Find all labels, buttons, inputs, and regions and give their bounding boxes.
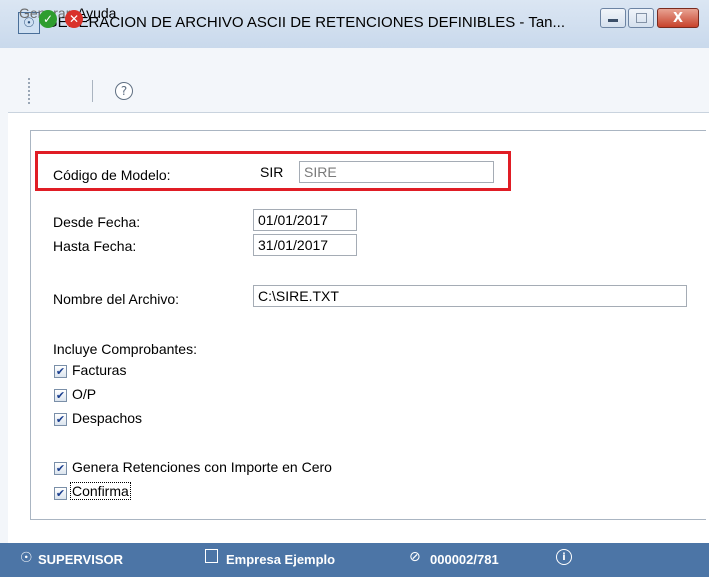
toolbar: [0, 72, 709, 113]
user-icon: ☉: [20, 550, 33, 566]
minimize-button[interactable]: [600, 8, 626, 28]
desde-fecha-input[interactable]: 01/01/2017: [253, 209, 357, 231]
minimize-icon: [608, 18, 618, 22]
toolbar-separator: [92, 80, 93, 102]
codigo-desc-field: SIRE: [299, 161, 494, 183]
desde-label: Desde Fecha:: [53, 214, 141, 230]
toolbar-grip: [28, 78, 32, 104]
status-user: SUPERVISOR: [38, 552, 124, 567]
hasta-fecha-input[interactable]: 31/01/2017: [253, 234, 357, 256]
despachos-label: Despachos: [72, 410, 143, 426]
despachos-checkbox[interactable]: ✔: [54, 413, 67, 426]
link-icon: ⊘: [409, 549, 421, 565]
help-icon[interactable]: ?: [115, 82, 133, 100]
confirma-label[interactable]: Confirma: [70, 482, 131, 500]
status-company: Empresa Ejemplo: [226, 552, 336, 567]
genera-label: Genera Retenciones con Importe en Cero: [72, 459, 332, 475]
window-title: GENERACION DE ARCHIVO ASCII DE RETENCION…: [46, 14, 566, 31]
close-button[interactable]: X: [657, 8, 699, 28]
maximize-button[interactable]: [628, 8, 654, 28]
facturas-checkbox[interactable]: ✔: [54, 365, 67, 378]
cancel-icon[interactable]: ✕: [65, 10, 83, 28]
comprobantes-label: Incluye Comprobantes:: [53, 341, 197, 357]
codigo-value[interactable]: SIR: [260, 164, 283, 180]
archivo-label: Nombre del Archivo:: [53, 291, 180, 307]
left-margin: [0, 112, 8, 543]
maximize-icon: [635, 13, 647, 23]
confirm-icon[interactable]: ✓: [39, 10, 57, 28]
info-icon[interactable]: i: [556, 549, 572, 565]
facturas-label: Facturas: [72, 362, 127, 378]
codigo-label: Código de Modelo:: [53, 167, 171, 183]
menu-bar: [0, 48, 709, 73]
op-label: O/P: [72, 386, 97, 402]
company-icon: [205, 549, 218, 563]
close-icon: X: [672, 10, 684, 26]
hasta-label: Hasta Fecha:: [53, 238, 137, 254]
archivo-input[interactable]: C:\SIRE.TXT: [253, 285, 687, 307]
op-checkbox[interactable]: ✔: [54, 389, 67, 402]
confirma-checkbox[interactable]: ✔: [54, 487, 67, 500]
genera-checkbox[interactable]: ✔: [54, 462, 67, 475]
status-code: 000002/781: [430, 552, 499, 567]
